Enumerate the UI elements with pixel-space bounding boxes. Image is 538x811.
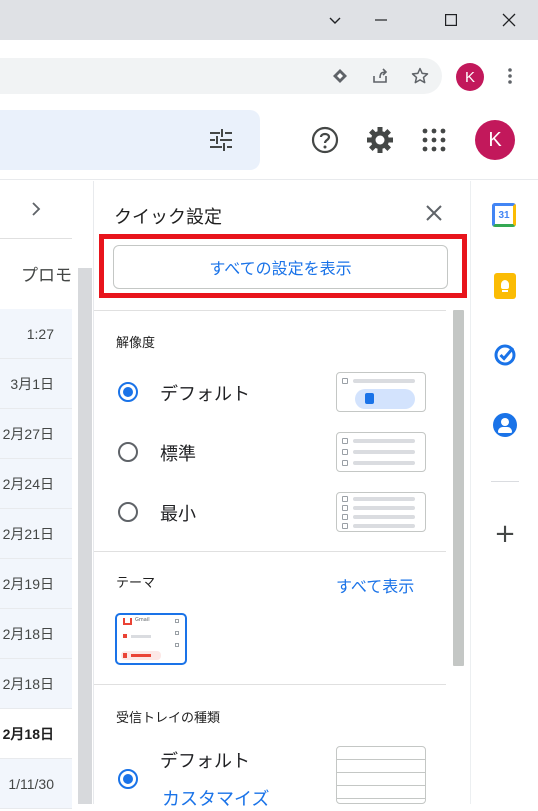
mail-row-date[interactable]: 2月18日: [0, 709, 72, 759]
close-window-button[interactable]: [486, 0, 532, 40]
search-options-icon[interactable]: [208, 127, 234, 157]
divider: [0, 238, 72, 239]
density-compact-thumbnail[interactable]: [336, 492, 426, 532]
quick-settings-title: クイック設定: [114, 207, 222, 227]
bookmark-star-icon[interactable]: [406, 62, 434, 90]
gmail-logo-icon: [123, 618, 132, 625]
mail-row-date[interactable]: 2月18日: [0, 609, 72, 659]
minimize-icon: [375, 19, 387, 21]
chevron-right-icon[interactable]: [30, 201, 42, 221]
density-default-thumbnail[interactable]: [336, 372, 426, 412]
settings-gear-icon[interactable]: [365, 125, 395, 159]
minimize-button[interactable]: [312, 0, 358, 40]
minimize-window-button[interactable]: [358, 0, 404, 40]
divider: [94, 684, 446, 685]
account-avatar[interactable]: K: [475, 120, 515, 160]
inbox-customize-link[interactable]: カスタマイズ: [162, 785, 269, 811]
share-icon[interactable]: [366, 62, 394, 90]
inbox-type-heading: 受信トレイの種類: [116, 710, 221, 725]
search-bar[interactable]: [0, 110, 260, 170]
inbox-default-radio[interactable]: [118, 769, 138, 789]
density-standard-label: 標準: [160, 444, 196, 464]
all-settings-button[interactable]: すべての設定を表示: [113, 245, 448, 289]
mail-row-date[interactable]: 2月18日: [0, 659, 72, 709]
density-default-label: デフォルト: [160, 384, 250, 404]
density-compact-radio[interactable]: [118, 502, 138, 522]
density-compact-label: 最小: [160, 504, 196, 524]
keep-icon[interactable]: [494, 273, 516, 299]
mail-row-date[interactable]: 2月19日: [0, 559, 72, 609]
divider: [94, 310, 446, 311]
help-icon[interactable]: [310, 125, 340, 159]
theme-view-all-link[interactable]: すべて表示: [336, 573, 414, 597]
close-icon: [502, 13, 516, 27]
title-bar: [0, 0, 538, 40]
divider: [491, 481, 519, 482]
theme-thumb-brand: Gmail: [135, 617, 150, 623]
side-panel: 31 +: [470, 181, 538, 804]
contacts-icon[interactable]: [493, 413, 517, 437]
apps-grid-icon[interactable]: [422, 128, 446, 156]
chevron-down-icon: [329, 17, 341, 24]
lens-icon[interactable]: [326, 62, 354, 90]
theme-heading: テーマ: [116, 575, 156, 590]
tasks-icon[interactable]: [493, 343, 517, 371]
gmail-header: K: [0, 100, 538, 180]
mail-row-date[interactable]: 3月1日: [0, 359, 72, 409]
calendar-day: 31: [498, 209, 510, 221]
maximize-button[interactable]: [428, 0, 474, 40]
density-heading: 解像度: [116, 335, 156, 350]
maximize-icon: [445, 14, 457, 26]
theme-thumbnail[interactable]: Gmail: [115, 613, 187, 665]
divider: [94, 551, 446, 552]
mail-list-scrollbar[interactable]: [78, 268, 92, 804]
density-standard-thumbnail[interactable]: [336, 432, 426, 472]
quick-settings-scrollbar[interactable]: [453, 310, 464, 666]
inbox-default-thumbnail[interactable]: [336, 746, 426, 804]
density-standard-radio[interactable]: [118, 442, 138, 462]
quick-settings-panel: クイック設定 すべての設定を表示 解像度 デフォルト 標準 最小 テーマ すべて…: [93, 181, 467, 809]
add-addon-button[interactable]: +: [493, 521, 517, 547]
browser-profile-avatar[interactable]: K: [456, 63, 484, 91]
density-default-radio[interactable]: [118, 382, 138, 402]
mail-row-date[interactable]: 2月27日: [0, 409, 72, 459]
mail-row-date[interactable]: 2月24日: [0, 459, 72, 509]
mail-row-date[interactable]: 1/11/30: [0, 759, 72, 809]
tab-promotions[interactable]: プロモ: [0, 261, 72, 286]
inbox-default-label: デフォルト: [160, 751, 250, 771]
calendar-icon[interactable]: 31: [492, 203, 516, 227]
browser-menu-icon[interactable]: [496, 62, 524, 90]
mail-row-date[interactable]: 1:27: [0, 309, 72, 359]
mail-row-date[interactable]: 2月21日: [0, 509, 72, 559]
mail-list: プロモ 1:27 3月1日 2月27日 2月24日 2月21日 2月19日 2月18日 2月1…: [0, 181, 80, 809]
close-icon[interactable]: [426, 205, 442, 225]
